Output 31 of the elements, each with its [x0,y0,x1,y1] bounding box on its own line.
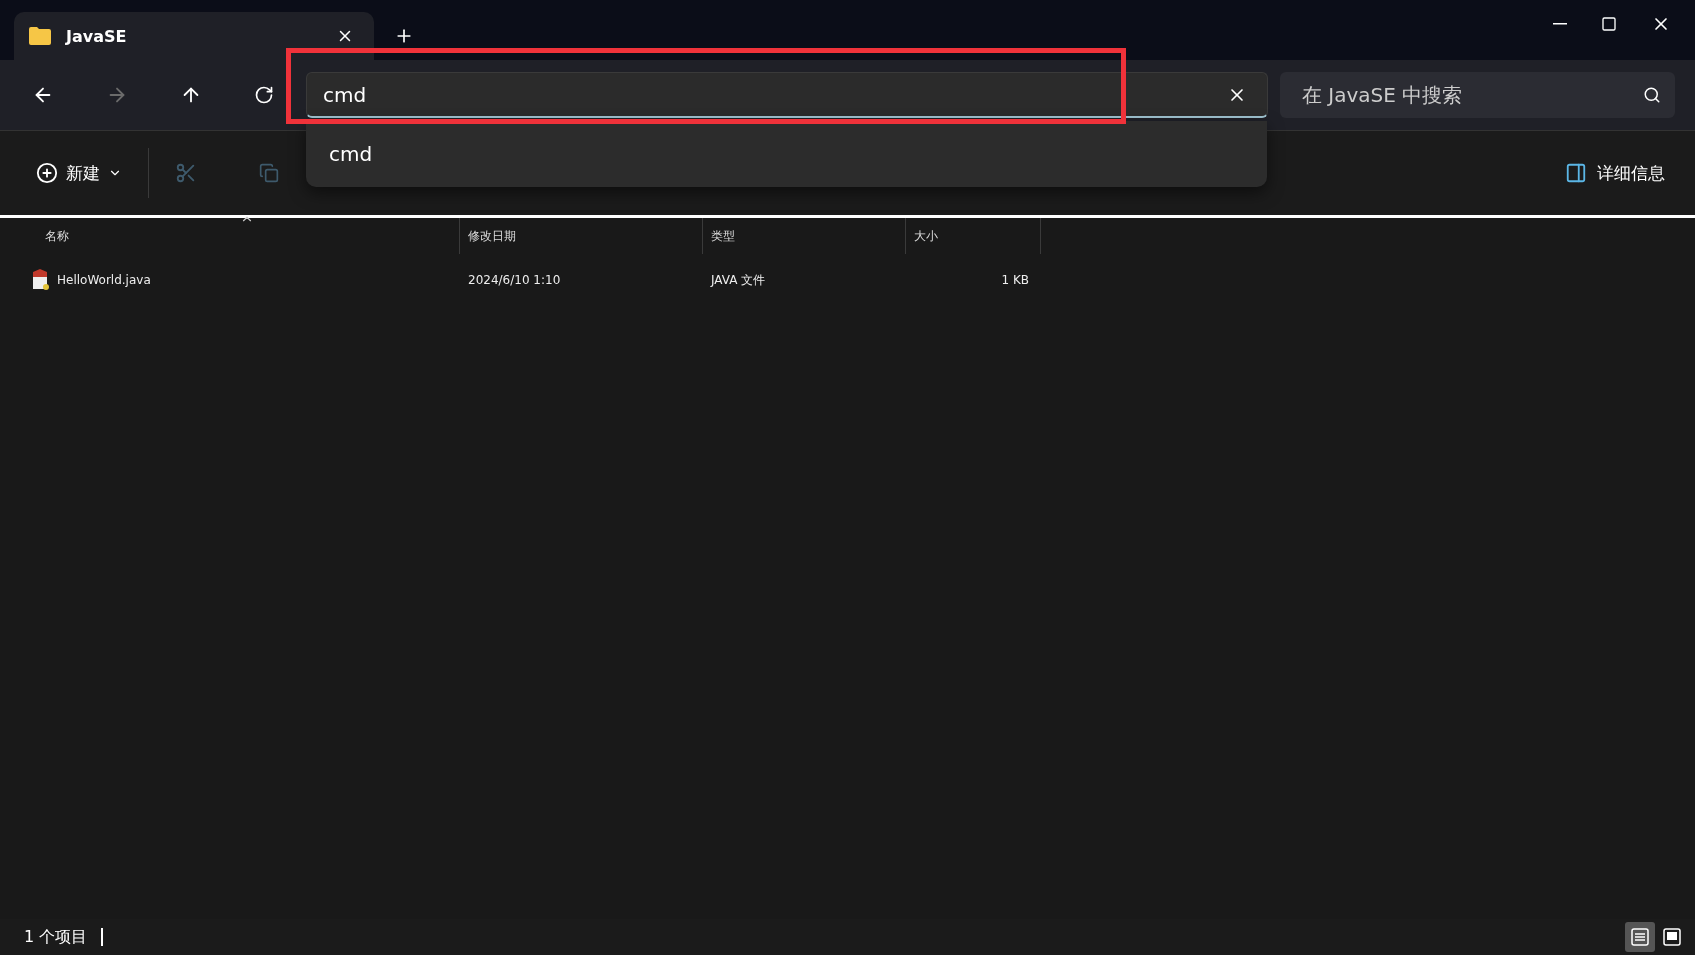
details-button[interactable]: 详细信息 [1559,160,1671,186]
type-cell-text: JAVA 文件 [709,271,767,289]
refresh-icon [254,85,274,105]
size-cell-text: 1 KB [1000,273,1030,287]
panel-icon [1565,162,1587,184]
search-bar[interactable]: 在 JavaSE 中搜索 [1280,72,1675,118]
tile-icon [1662,927,1682,947]
maximize-icon [1601,16,1617,32]
folder-tab[interactable]: JavaSE [14,12,374,60]
plus-circle-icon [36,162,58,184]
scissors-icon [175,162,197,184]
column-header[interactable]: 名称 [0,218,460,254]
column-header[interactable]: 类型 [703,218,906,254]
java-file-icon [31,269,51,291]
address-field[interactable]: cmd [321,81,1221,108]
column-header[interactable]: 大小 [906,218,1041,254]
search-icon [1643,86,1661,104]
search-field[interactable]: 在 JavaSE 中搜索 [1300,82,1643,108]
list-icon [1630,927,1650,947]
copy-icon [259,163,279,183]
suggestion-item[interactable]: cmd [306,142,373,166]
folder-icon [28,26,52,46]
item-count: 1 个项目 [24,926,88,948]
minimize-icon [1553,23,1567,25]
modified-cell-text: 2024/6/10 1:10 [467,273,562,287]
new-button[interactable]: 新建 [30,160,128,186]
file-name[interactable]: HelloWorld.java [57,273,151,287]
tab-title: JavaSE [66,26,128,46]
list-view-button[interactable] [1625,922,1655,952]
column-header[interactable]: 修改日期 [460,218,703,254]
address-bar[interactable]: cmd [306,72,1268,118]
